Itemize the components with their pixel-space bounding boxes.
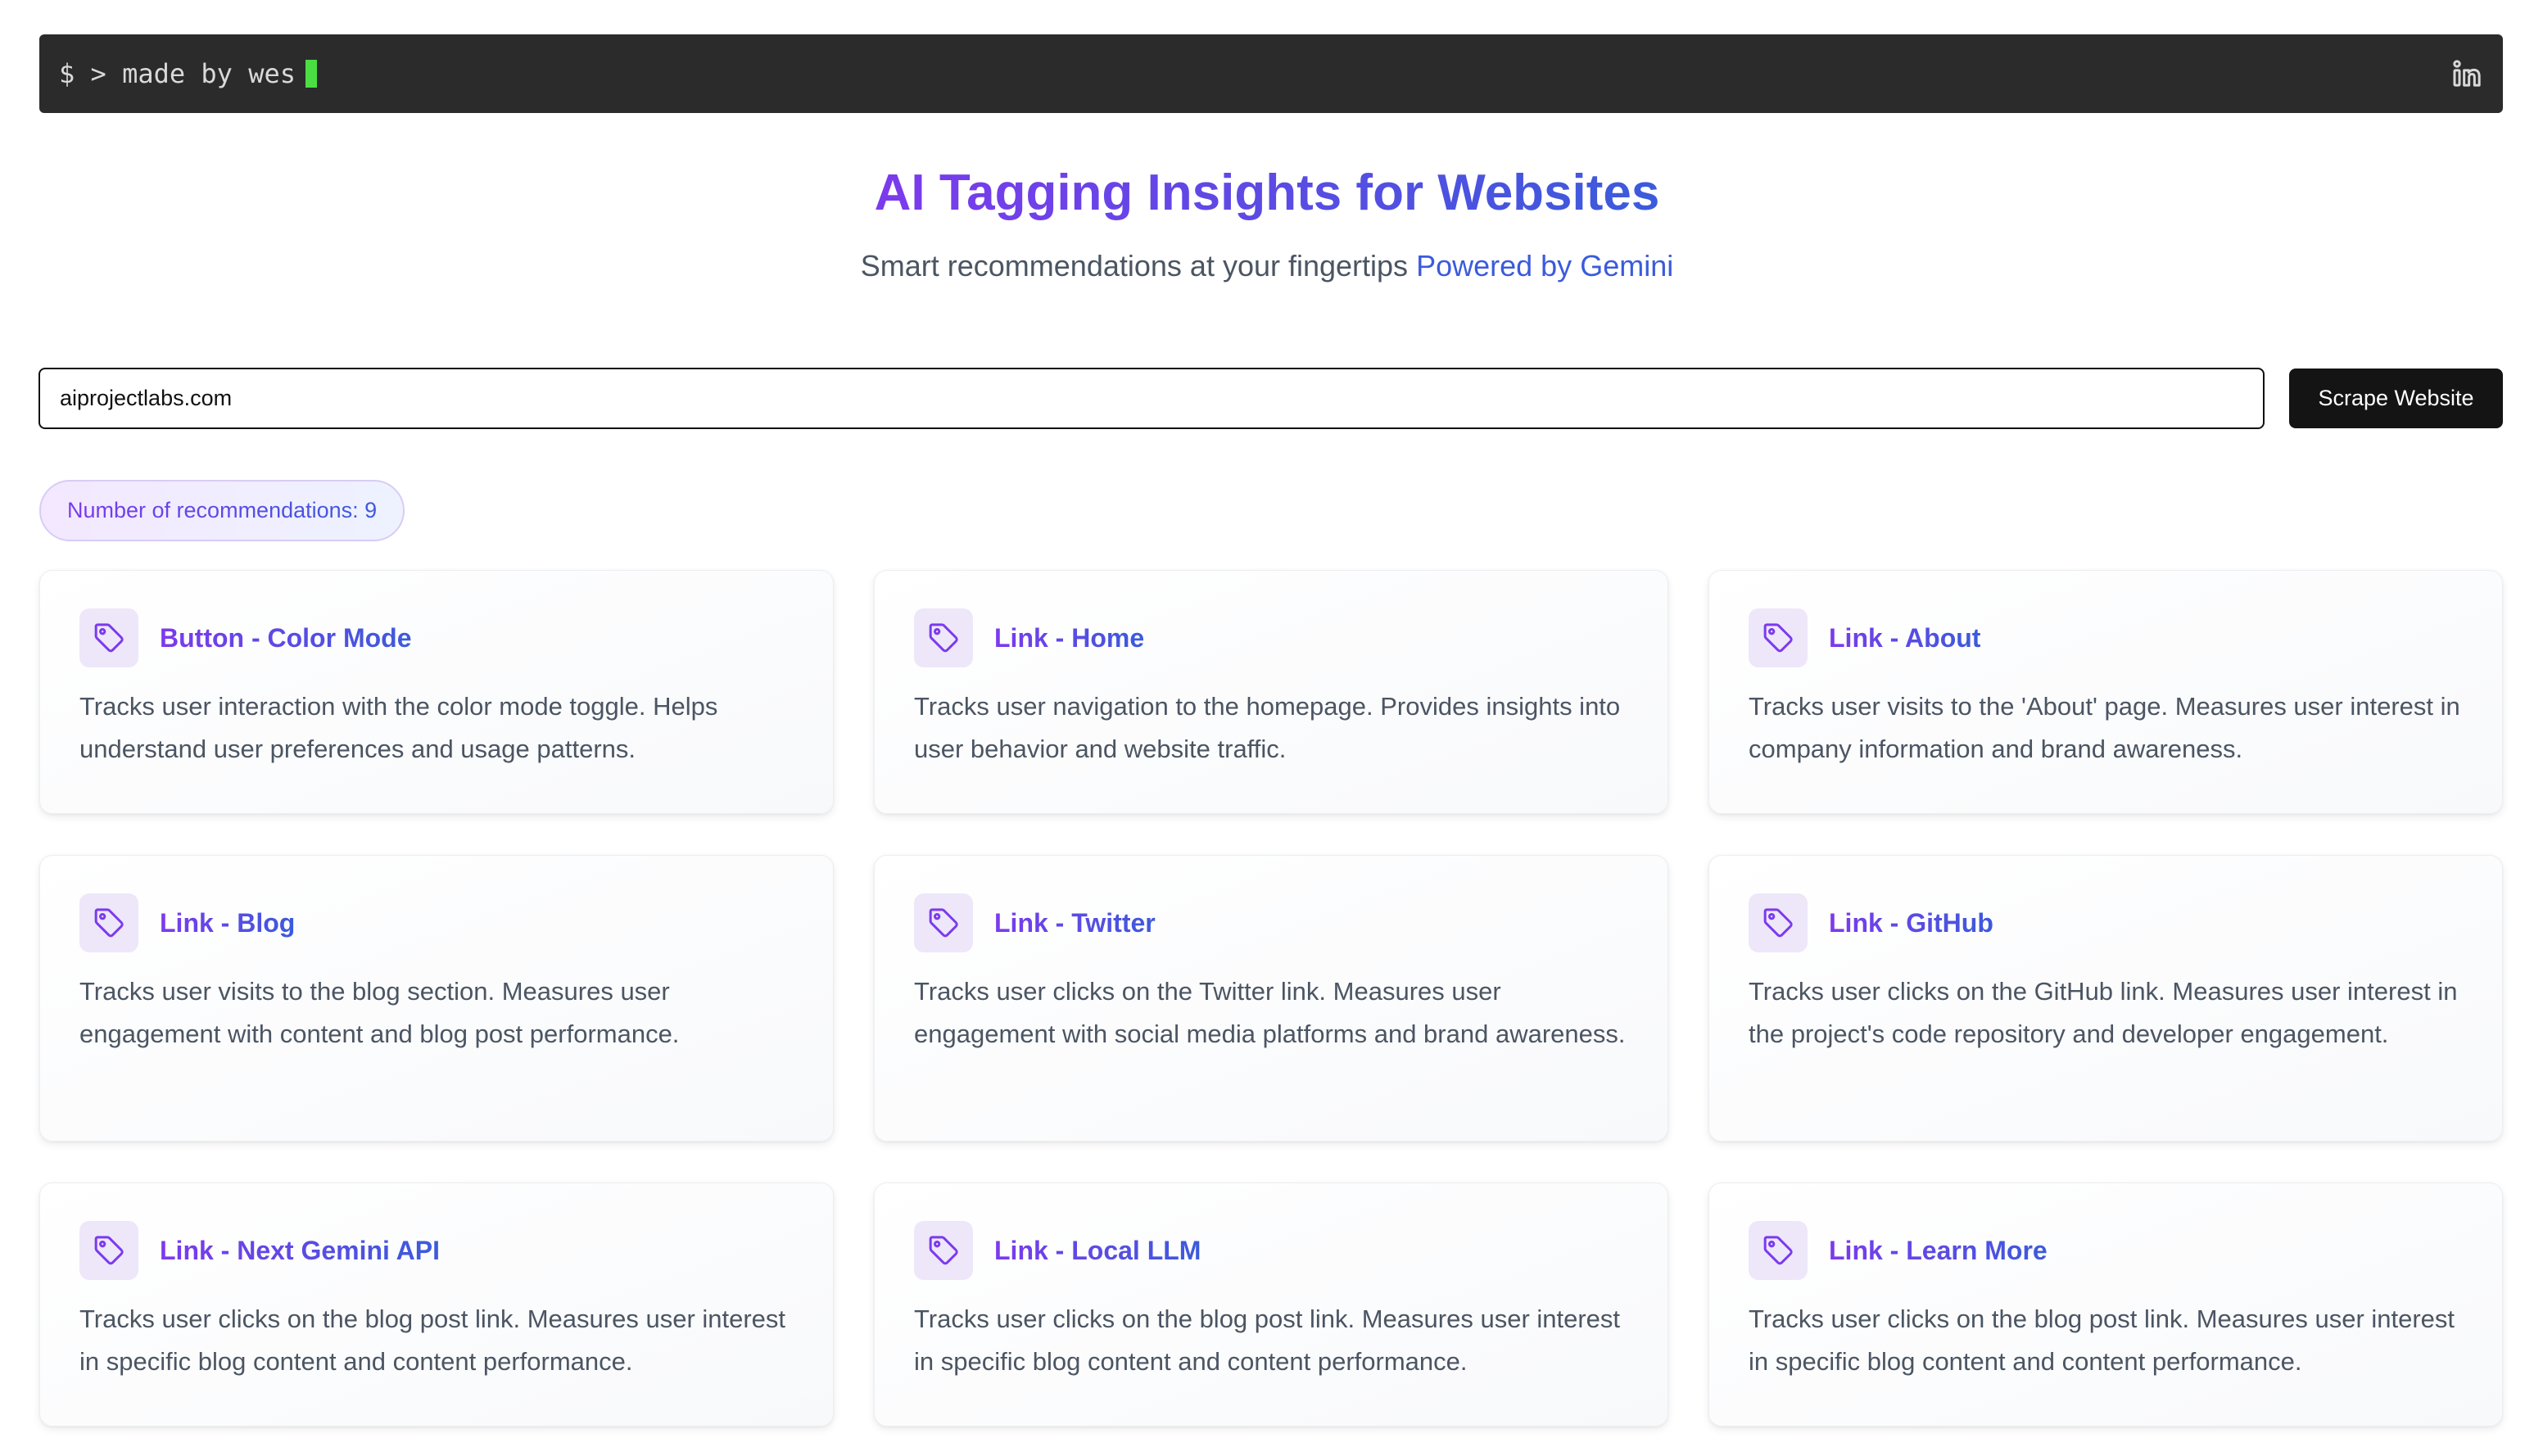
linkedin-icon[interactable] <box>2449 56 2485 92</box>
terminal-text: $ > made by wes <box>59 58 296 89</box>
card-title: Link - Next Gemini API <box>160 1235 440 1265</box>
card-description: Tracks user interaction with the color m… <box>79 692 718 763</box>
recommendation-count-badge: Number of recommendations: 9 <box>39 480 405 541</box>
card-title: Link - GitHub <box>1829 907 1993 938</box>
card-description: Tracks user visits to the 'About' page. … <box>1749 692 2460 763</box>
card-title: Link - Blog <box>160 907 296 938</box>
recommendation-card: Link - Local LLM Tracks user clicks on t… <box>874 1182 1668 1427</box>
card-title: Link - Local LLM <box>994 1235 1201 1265</box>
recommendation-card: Link - Next Gemini API Tracks user click… <box>39 1182 834 1427</box>
scrape-website-button[interactable]: Scrape Website <box>2289 369 2503 428</box>
tag-icon <box>1749 893 1808 952</box>
terminal-prompt: $ > made by wes <box>59 58 317 89</box>
card-description: Tracks user clicks on the blog post link… <box>1749 1305 2455 1376</box>
card-description: Tracks user clicks on the blog post link… <box>79 1305 786 1376</box>
card-title: Button - Color Mode <box>160 622 412 653</box>
recommendation-card: Button - Color Mode Tracks user interact… <box>39 570 834 814</box>
tag-icon <box>79 608 138 667</box>
card-description: Tracks user visits to the blog section. … <box>79 977 680 1048</box>
tag-icon <box>914 893 973 952</box>
card-title: Link - Twitter <box>994 907 1156 938</box>
card-description: Tracks user navigation to the homepage. … <box>914 692 1621 763</box>
terminal-cursor <box>305 60 317 88</box>
page-title: AI Tagging Insights for Websites <box>874 165 1660 221</box>
card-title: Link - Learn More <box>1829 1235 2048 1265</box>
card-description: Tracks user clicks on the Twitter link. … <box>914 977 1626 1048</box>
card-title: Link - Home <box>994 622 1145 653</box>
tag-icon <box>914 608 973 667</box>
card-title: Link - About <box>1829 622 1981 653</box>
website-url-input[interactable] <box>38 368 2265 429</box>
tag-icon <box>79 893 138 952</box>
recommendation-card: Link - Blog Tracks user visits to the bl… <box>39 855 834 1142</box>
recommendation-card: Link - Learn More Tracks user clicks on … <box>1708 1182 2503 1427</box>
recommendation-card: Link - Twitter Tracks user clicks on the… <box>874 855 1668 1142</box>
page-subtitle: Smart recommendations at your fingertips… <box>0 247 2534 285</box>
card-description: Tracks user clicks on the GitHub link. M… <box>1749 977 2458 1048</box>
tag-icon <box>1749 608 1808 667</box>
subtitle-text: Smart recommendations at your fingertips <box>860 249 1409 283</box>
powered-by-link[interactable]: Powered by Gemini <box>1416 249 1673 283</box>
tag-icon <box>79 1221 138 1280</box>
card-description: Tracks user clicks on the blog post link… <box>914 1305 1621 1376</box>
tag-icon <box>914 1221 973 1280</box>
recommendation-card: Link - Home Tracks user navigation to th… <box>874 570 1668 814</box>
recommendation-card: Link - About Tracks user visits to the '… <box>1708 570 2503 814</box>
tag-icon <box>1749 1221 1808 1280</box>
recommendation-card: Link - GitHub Tracks user clicks on the … <box>1708 855 2503 1142</box>
top-bar: $ > made by wes <box>39 34 2503 113</box>
